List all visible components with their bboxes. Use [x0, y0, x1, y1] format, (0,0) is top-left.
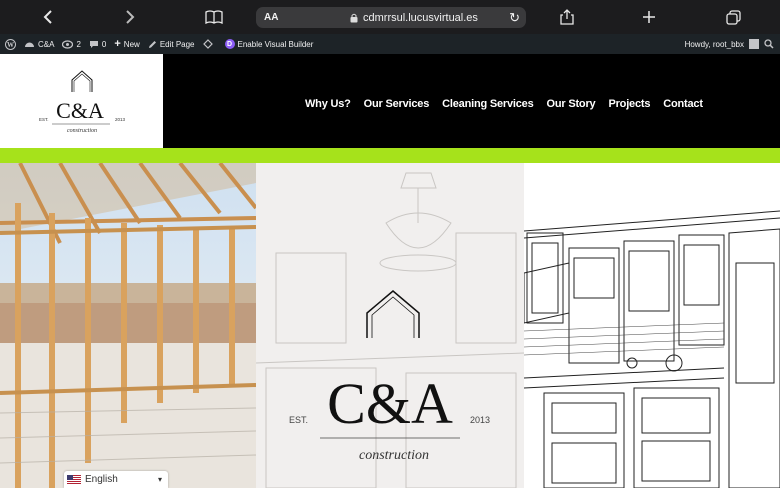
- plus-icon: +: [114, 38, 121, 50]
- chevron-down-icon: ▾: [157, 475, 162, 484]
- wp-admin-bar: W C&A 2 0 + New Edit Page D Enable Visua…: [0, 34, 780, 54]
- site-name-menu[interactable]: C&A: [24, 39, 54, 49]
- revisions-count: 2: [76, 39, 81, 49]
- wordpress-logo-button[interactable]: W: [5, 38, 16, 50]
- hero-brand-text: C&A: [327, 371, 453, 436]
- accent-divider: [0, 148, 780, 163]
- wordpress-icon: W: [5, 38, 16, 50]
- plus-icon: [643, 11, 655, 23]
- logo-est-text: EST.: [39, 117, 49, 122]
- updates-icon: [62, 39, 74, 49]
- hero-tagline-text: construction: [359, 448, 429, 463]
- main-navigation: Why Us? Our Services Cleaning Services O…: [305, 98, 703, 110]
- browser-toolbar: AA cdmrrsul.lucusvirtual.es ↻: [0, 0, 780, 34]
- edit-page-label: Edit Page: [159, 39, 195, 49]
- visual-builder-button[interactable]: D Enable Visual Builder: [224, 39, 314, 49]
- nav-item-why-us[interactable]: Why Us?: [305, 98, 351, 110]
- us-flag-icon: [67, 475, 81, 484]
- forward-button[interactable]: [118, 5, 142, 29]
- share-button[interactable]: [555, 5, 579, 29]
- book-icon: [205, 10, 223, 24]
- site-header: C&A EST. 2013 construction Why Us? Our S…: [0, 54, 780, 148]
- revisions-menu[interactable]: 2: [62, 39, 81, 49]
- tabs-button[interactable]: [721, 5, 745, 29]
- chevron-left-icon: [43, 10, 52, 24]
- kitchen-sketch-image: [523, 163, 780, 488]
- bookmarks-button[interactable]: [202, 5, 226, 29]
- site-logo[interactable]: C&A EST. 2013 construction: [0, 54, 163, 148]
- site-name-label: C&A: [38, 39, 55, 49]
- language-label: English: [85, 474, 118, 485]
- comments-count: 0: [101, 39, 107, 49]
- language-selector[interactable]: English ▾: [64, 471, 168, 488]
- text-size-button[interactable]: AA: [264, 12, 278, 23]
- nav-item-projects[interactable]: Projects: [608, 98, 650, 110]
- hero-year-text: 2013: [470, 415, 490, 425]
- address-bar[interactable]: AA cdmrrsul.lucusvirtual.es ↻: [256, 7, 526, 28]
- comment-icon: [89, 40, 98, 48]
- back-button[interactable]: [36, 5, 60, 29]
- chevron-right-icon: [126, 10, 135, 24]
- framing-image: [0, 163, 258, 488]
- tabs-icon: [725, 9, 741, 25]
- hero-section: C&A EST. 2013 construction: [0, 163, 780, 488]
- hero-est-text: EST.: [289, 415, 308, 425]
- nav-item-cleaning-services[interactable]: Cleaning Services: [442, 98, 534, 110]
- comments-menu[interactable]: 0: [89, 40, 106, 49]
- howdy-user-menu[interactable]: Howdy, root_bbx: [685, 40, 744, 49]
- visual-builder-label: Enable Visual Builder: [237, 39, 314, 49]
- diamond-icon: [202, 39, 213, 49]
- layers-button[interactable]: [202, 39, 213, 49]
- logo-brand-text: C&A: [56, 98, 104, 123]
- new-tab-button[interactable]: [637, 5, 661, 29]
- svg-text:W: W: [7, 41, 14, 49]
- nav-item-contact[interactable]: Contact: [663, 98, 703, 110]
- nav-item-our-story[interactable]: Our Story: [547, 98, 596, 110]
- edit-page-link[interactable]: Edit Page: [148, 40, 195, 49]
- pencil-icon: [148, 40, 156, 48]
- dashboard-icon: [25, 42, 34, 47]
- search-icon[interactable]: [764, 39, 774, 49]
- url-text: cdmrrsul.lucusvirtual.es: [363, 11, 478, 24]
- lock-icon: [350, 13, 358, 22]
- logo-year-text: 2013: [115, 117, 126, 122]
- logo-tagline-text: construction: [67, 128, 97, 134]
- divi-icon: D: [224, 39, 235, 49]
- avatar[interactable]: [749, 39, 759, 49]
- nav-item-our-services[interactable]: Our Services: [364, 98, 430, 110]
- ca-logo: C&A EST. 2013 construction: [39, 70, 126, 134]
- new-content-menu[interactable]: + New: [114, 38, 139, 50]
- faded-sketch-panel: C&A EST. 2013 construction: [255, 163, 525, 488]
- reload-icon[interactable]: ↻: [509, 10, 520, 26]
- share-icon: [560, 9, 574, 25]
- new-label: New: [123, 39, 140, 49]
